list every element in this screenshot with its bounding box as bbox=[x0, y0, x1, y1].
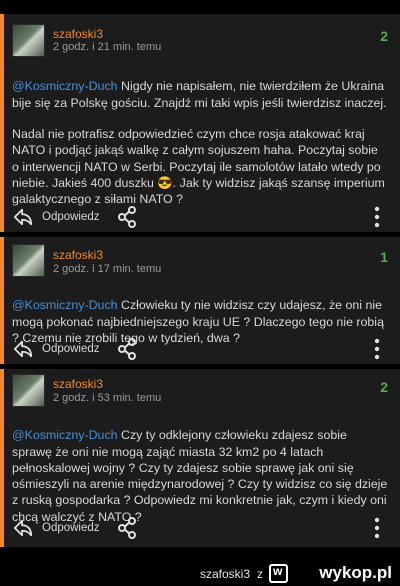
comment-paragraph: Nadal nie potrafisz odpowiedzieć czym ch… bbox=[12, 127, 385, 207]
comment-timestamp: 2 godz. i 53 min. temu bbox=[53, 392, 162, 404]
vote-count[interactable]: 2 bbox=[380, 379, 388, 395]
vote-count[interactable]: 2 bbox=[380, 28, 388, 44]
comment-actions: Odpowiedz bbox=[0, 334, 400, 364]
wykop-logo-icon bbox=[269, 564, 288, 583]
mention-link[interactable]: @Kosmiczny-Duch bbox=[12, 298, 118, 312]
comment-actions: Odpowiedz bbox=[0, 202, 400, 232]
mention-link[interactable]: @Kosmiczny-Duch bbox=[12, 428, 118, 442]
avatar[interactable] bbox=[12, 374, 45, 407]
more-options-icon[interactable] bbox=[374, 517, 380, 539]
footer-watermark: szafoski3 z wykop.pl bbox=[0, 560, 400, 586]
footer-connector: z bbox=[257, 567, 263, 581]
reply-button[interactable]: Odpowiedz bbox=[42, 343, 100, 355]
share-icon[interactable] bbox=[117, 338, 137, 360]
comment-text: Czy ty odklejony człowieku zdajesz sobie… bbox=[12, 428, 388, 524]
comment-actions: Odpowiedz bbox=[0, 513, 400, 543]
comment-card: szafoski3 2 godz. i 53 min. temu 2 @Kosm… bbox=[0, 369, 400, 547]
mention-link[interactable]: @Kosmiczny-Duch bbox=[12, 79, 118, 93]
comment-username[interactable]: szafoski3 bbox=[53, 27, 103, 41]
comment-card: szafoski3 2 godz. i 21 min. temu 2 @Kosm… bbox=[0, 14, 400, 232]
share-icon[interactable] bbox=[117, 517, 137, 539]
comment-username[interactable]: szafoski3 bbox=[53, 377, 103, 391]
more-options-icon[interactable] bbox=[374, 206, 380, 228]
footer-username: szafoski3 bbox=[199, 567, 250, 581]
comment-body: @Kosmiczny-Duch Czy ty odklejony człowie… bbox=[12, 411, 388, 525]
comment-timestamp: 2 godz. i 17 min. temu bbox=[53, 263, 162, 275]
vote-count[interactable]: 1 bbox=[380, 249, 388, 265]
avatar[interactable] bbox=[12, 244, 45, 277]
comment-timestamp: 2 godz. i 21 min. temu bbox=[53, 41, 162, 53]
reply-icon[interactable] bbox=[12, 518, 34, 538]
reply-icon[interactable] bbox=[12, 207, 34, 227]
comment-accent-bar bbox=[0, 14, 4, 232]
comment-username[interactable]: szafoski3 bbox=[53, 248, 103, 262]
share-icon[interactable] bbox=[117, 206, 137, 228]
comment-card: szafoski3 2 godz. i 17 min. temu 1 @Kosm… bbox=[0, 237, 400, 364]
reply-button[interactable]: Odpowiedz bbox=[42, 522, 100, 534]
reply-icon[interactable] bbox=[12, 339, 34, 359]
reply-button[interactable]: Odpowiedz bbox=[42, 211, 100, 223]
comment-body: @Kosmiczny-Duch Nigdy nie napisałem, nie… bbox=[12, 62, 388, 111]
more-options-icon[interactable] bbox=[374, 338, 380, 360]
footer-brand: wykop.pl bbox=[319, 563, 392, 582]
avatar[interactable] bbox=[12, 24, 45, 57]
